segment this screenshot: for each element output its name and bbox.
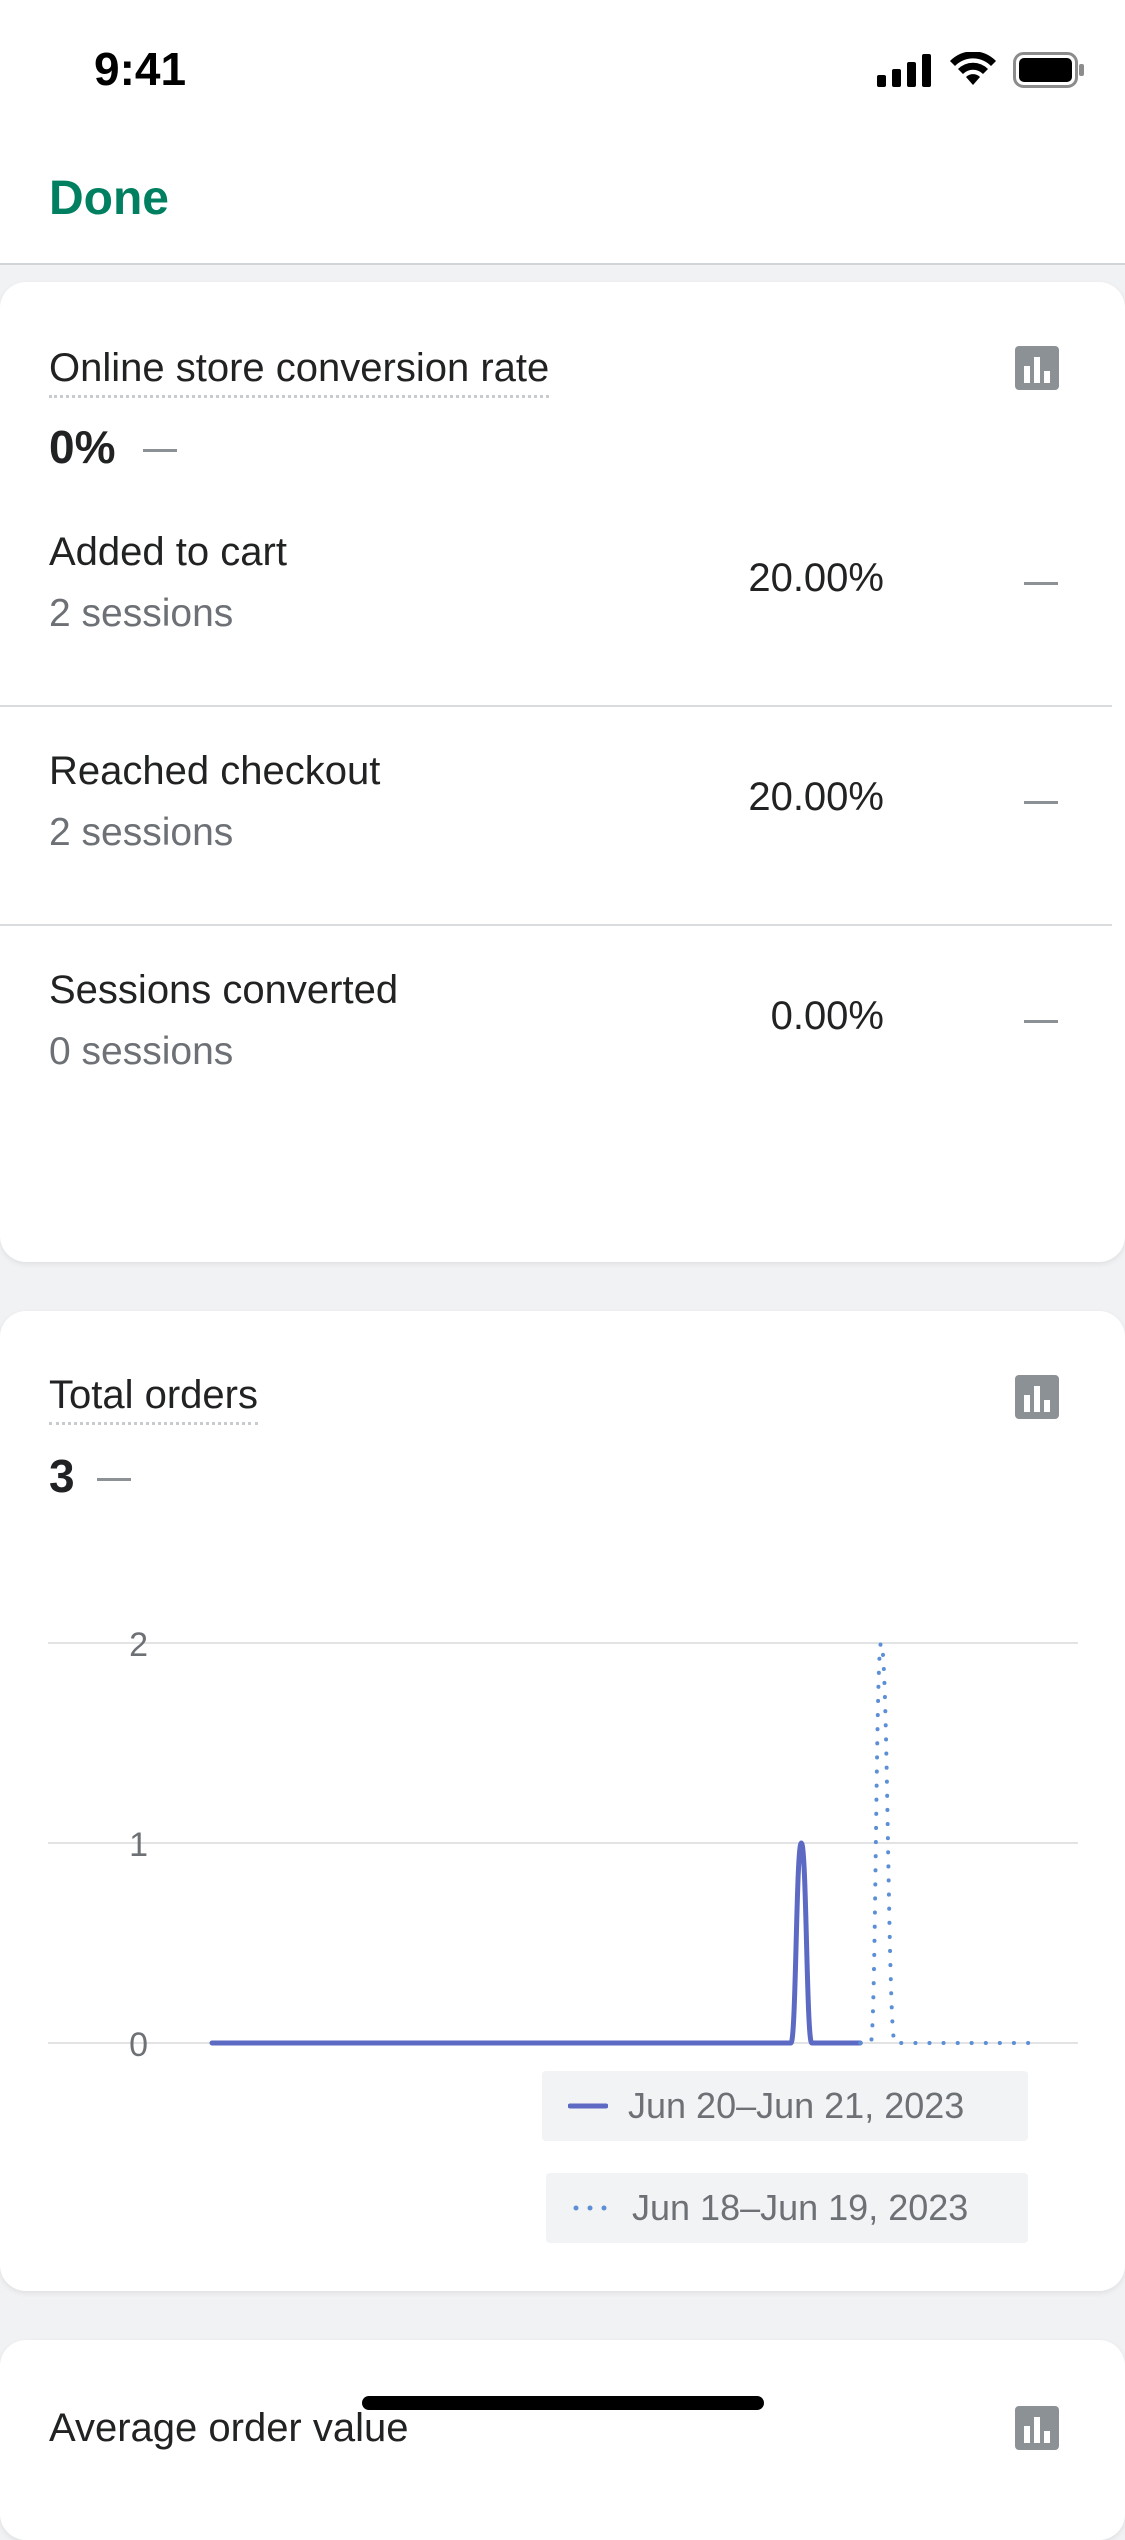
funnel-row-label: Reached checkout (49, 749, 381, 793)
funnel-row-label: Added to cart (49, 530, 287, 574)
funnel-row-sessions-converted: Sessions converted 0 sessions 0.00% (0, 926, 1112, 1145)
status-time: 9:41 (94, 43, 187, 95)
change-dash-icon (96, 1478, 131, 1482)
change-dash-icon (1024, 582, 1058, 585)
bar-chart-icon[interactable] (1015, 1375, 1059, 1419)
funnel-row-sessions: 0 sessions (49, 1030, 234, 1073)
status-icons (877, 50, 1085, 90)
legend-label: Jun 18–Jun 19, 2023 (632, 2187, 969, 2228)
done-button[interactable]: Done (49, 171, 169, 226)
y-tick-label: 0 (129, 2026, 148, 2064)
funnel-row-percent: 20.00% (748, 556, 884, 600)
total-orders-card: Total orders 3 01212:00 AM12:00 PM12:00 … (0, 1311, 1125, 2291)
legend-label: Jun 20–Jun 21, 2023 (628, 2085, 965, 2126)
status-bar: 9:41 (0, 0, 1125, 135)
funnel-row-reached-checkout: Reached checkout 2 sessions 20.00% (0, 707, 1112, 926)
average-order-value-title[interactable]: Average order value (49, 2406, 409, 2455)
wifi-icon (950, 52, 996, 85)
nav-bar: Done (0, 135, 1125, 265)
battery-icon (1013, 52, 1084, 88)
conversion-rate-value-row: 0% (49, 420, 178, 474)
average-order-value-card: Average order value (0, 2340, 1125, 2540)
legend-item-previous: Jun 18–Jun 19, 2023 (546, 2173, 1028, 2243)
funnel-row-added-to-cart: Added to cart 2 sessions 20.00% (0, 488, 1112, 707)
legend-item-current: Jun 20–Jun 21, 2023 (542, 2071, 1028, 2141)
change-dash-icon (1024, 801, 1058, 804)
funnel-row-percent: 20.00% (748, 775, 884, 819)
legend-dotted-line-icon (573, 2205, 607, 2211)
funnel-row-sessions: 2 sessions (49, 811, 234, 854)
conversion-rate-card: Online store conversion rate 0% Added to… (0, 282, 1125, 1262)
cellular-signal-icon (877, 54, 931, 87)
total-orders-value-row: 3 (49, 1449, 131, 1503)
funnel-row-sessions: 2 sessions (49, 592, 234, 635)
total-orders-chart: 01212:00 AM12:00 PM12:00 AM12:00 PM (48, 1626, 1078, 2064)
total-orders-value: 3 (49, 1450, 75, 1502)
change-dash-icon (1024, 1020, 1058, 1023)
legend-solid-line-icon (568, 2103, 608, 2109)
y-tick-label: 2 (129, 1626, 148, 1664)
bar-chart-icon[interactable] (1015, 2406, 1059, 2450)
conversion-rate-value: 0% (49, 421, 116, 473)
home-indicator[interactable] (362, 2396, 764, 2410)
series-line-0 (209, 1840, 863, 2046)
total-orders-title[interactable]: Total orders (49, 1373, 258, 1425)
bar-chart-icon[interactable] (1015, 346, 1059, 390)
conversion-rate-title[interactable]: Online store conversion rate (49, 346, 550, 398)
change-dash-icon (143, 449, 178, 453)
funnel-row-percent: 0.00% (770, 994, 884, 1038)
funnel-row-label: Sessions converted (49, 968, 399, 1012)
y-tick-label: 1 (129, 1826, 148, 1864)
